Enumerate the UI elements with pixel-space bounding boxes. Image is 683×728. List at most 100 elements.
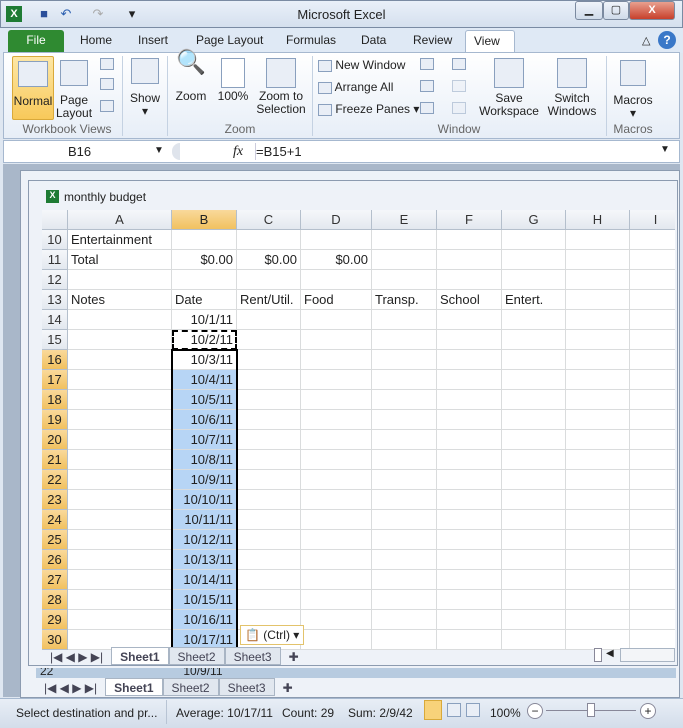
select-all-button[interactable] bbox=[42, 210, 68, 230]
row-header-29[interactable]: 29 bbox=[42, 610, 68, 630]
cell-G13[interactable]: Entert. bbox=[502, 290, 566, 310]
zoom-100-button[interactable]: 100% bbox=[214, 56, 252, 103]
cell-B25[interactable]: 10/12/11 bbox=[172, 530, 237, 550]
cell-A25[interactable] bbox=[68, 530, 172, 550]
cell-B20[interactable]: 10/7/11 bbox=[172, 430, 237, 450]
cell-E12[interactable] bbox=[372, 270, 437, 290]
cell-B12[interactable] bbox=[172, 270, 237, 290]
cell-G17[interactable] bbox=[502, 370, 566, 390]
cell-G11[interactable] bbox=[502, 250, 566, 270]
row-header-10[interactable]: 10 bbox=[42, 230, 68, 250]
cell-E21[interactable] bbox=[372, 450, 437, 470]
cell-B24[interactable]: 10/11/11 bbox=[172, 510, 237, 530]
cell-G18[interactable] bbox=[502, 390, 566, 410]
cell-H19[interactable] bbox=[566, 410, 630, 430]
cell-C27[interactable] bbox=[237, 570, 301, 590]
cell-E28[interactable] bbox=[372, 590, 437, 610]
cell-B15[interactable]: 10/2/11 bbox=[172, 330, 237, 350]
cell-C13[interactable]: Rent/Util. bbox=[237, 290, 301, 310]
cell-H17[interactable] bbox=[566, 370, 630, 390]
cell-F15[interactable] bbox=[437, 330, 502, 350]
cell-F29[interactable] bbox=[437, 610, 502, 630]
column-header-B[interactable]: B bbox=[172, 210, 237, 230]
sheet-tab-3[interactable]: Sheet3 bbox=[224, 647, 281, 665]
cell-I16[interactable] bbox=[630, 350, 675, 370]
cell-C26[interactable] bbox=[237, 550, 301, 570]
cell-G10[interactable] bbox=[502, 230, 566, 250]
cell-B28[interactable]: 10/15/11 bbox=[172, 590, 237, 610]
cell-H30[interactable] bbox=[566, 630, 630, 650]
cell-G16[interactable] bbox=[502, 350, 566, 370]
cell-G25[interactable] bbox=[502, 530, 566, 550]
synchronous-scrolling-icon[interactable] bbox=[452, 80, 466, 92]
cell-I18[interactable] bbox=[630, 390, 675, 410]
cell-D17[interactable] bbox=[301, 370, 372, 390]
spreadsheet-grid[interactable]: A B C D E F G H I 10 Entertainment 11 Total $0.00 $0.0… bbox=[42, 210, 675, 650]
page-break-status-button[interactable] bbox=[466, 703, 480, 717]
cell-A22[interactable] bbox=[68, 470, 172, 490]
cell-B13[interactable]: Date bbox=[172, 290, 237, 310]
split-icon[interactable] bbox=[420, 58, 434, 70]
zoom-level[interactable]: 100% bbox=[490, 706, 521, 720]
formula-input[interactable]: =B15+1 bbox=[255, 143, 655, 160]
cell-H26[interactable] bbox=[566, 550, 630, 570]
tab-home[interactable]: Home bbox=[72, 30, 120, 52]
cell-C10[interactable] bbox=[237, 230, 301, 250]
minimize-ribbon-icon[interactable]: △ bbox=[642, 34, 650, 47]
cell-F19[interactable] bbox=[437, 410, 502, 430]
row-header-20[interactable]: 20 bbox=[42, 430, 68, 450]
cell-E23[interactable] bbox=[372, 490, 437, 510]
page-break-preview-icon[interactable] bbox=[100, 58, 114, 70]
cell-E10[interactable] bbox=[372, 230, 437, 250]
formula-bar-handle[interactable] bbox=[172, 143, 180, 160]
cell-E29[interactable] bbox=[372, 610, 437, 630]
cell-F13[interactable]: School bbox=[437, 290, 502, 310]
cell-I13[interactable] bbox=[630, 290, 675, 310]
cell-G24[interactable] bbox=[502, 510, 566, 530]
zoom-to-selection-button[interactable]: Zoom to Selection bbox=[254, 56, 308, 116]
column-header-H[interactable]: H bbox=[566, 210, 630, 230]
cell-H27[interactable] bbox=[566, 570, 630, 590]
row-header-22[interactable]: 22 bbox=[42, 470, 68, 490]
cell-G14[interactable] bbox=[502, 310, 566, 330]
cell-H16[interactable] bbox=[566, 350, 630, 370]
new-window-button[interactable]: New Window bbox=[318, 58, 405, 72]
minimize-button[interactable]: ▁ bbox=[575, 1, 603, 20]
column-header-C[interactable]: C bbox=[237, 210, 301, 230]
row-header-15[interactable]: 15 bbox=[42, 330, 68, 350]
cell-C24[interactable] bbox=[237, 510, 301, 530]
cell-I11[interactable] bbox=[630, 250, 675, 270]
cell-D29[interactable] bbox=[301, 610, 372, 630]
tab-split-handle[interactable] bbox=[594, 648, 602, 662]
row-header-18[interactable]: 18 bbox=[42, 390, 68, 410]
background-insert-sheet-icon[interactable]: ✚ bbox=[275, 681, 301, 695]
cell-D23[interactable] bbox=[301, 490, 372, 510]
column-header-I[interactable]: I bbox=[630, 210, 675, 230]
cell-I26[interactable] bbox=[630, 550, 675, 570]
paste-options-button[interactable]: 📋 (Ctrl) ▾ bbox=[240, 625, 305, 645]
sheet-tab-2[interactable]: Sheet2 bbox=[168, 647, 225, 665]
row-header-21[interactable]: 21 bbox=[42, 450, 68, 470]
reset-window-position-icon[interactable] bbox=[452, 102, 466, 114]
cell-F14[interactable] bbox=[437, 310, 502, 330]
tab-review[interactable]: Review bbox=[405, 30, 460, 52]
row-header-17[interactable]: 17 bbox=[42, 370, 68, 390]
cell-G20[interactable] bbox=[502, 430, 566, 450]
cell-G12[interactable] bbox=[502, 270, 566, 290]
cell-E15[interactable] bbox=[372, 330, 437, 350]
hide-icon[interactable] bbox=[420, 80, 434, 92]
row-header-28[interactable]: 28 bbox=[42, 590, 68, 610]
cell-B17[interactable]: 10/4/11 bbox=[172, 370, 237, 390]
row-header-12[interactable]: 12 bbox=[42, 270, 68, 290]
tab-data[interactable]: Data bbox=[353, 30, 394, 52]
column-header-G[interactable]: G bbox=[502, 210, 566, 230]
column-header-F[interactable]: F bbox=[437, 210, 502, 230]
cell-A11[interactable]: Total bbox=[68, 250, 172, 270]
cell-E17[interactable] bbox=[372, 370, 437, 390]
cell-D14[interactable] bbox=[301, 310, 372, 330]
custom-views-icon[interactable] bbox=[100, 78, 114, 90]
cell-G19[interactable] bbox=[502, 410, 566, 430]
cell-D27[interactable] bbox=[301, 570, 372, 590]
row-header-14[interactable]: 14 bbox=[42, 310, 68, 330]
cell-H12[interactable] bbox=[566, 270, 630, 290]
